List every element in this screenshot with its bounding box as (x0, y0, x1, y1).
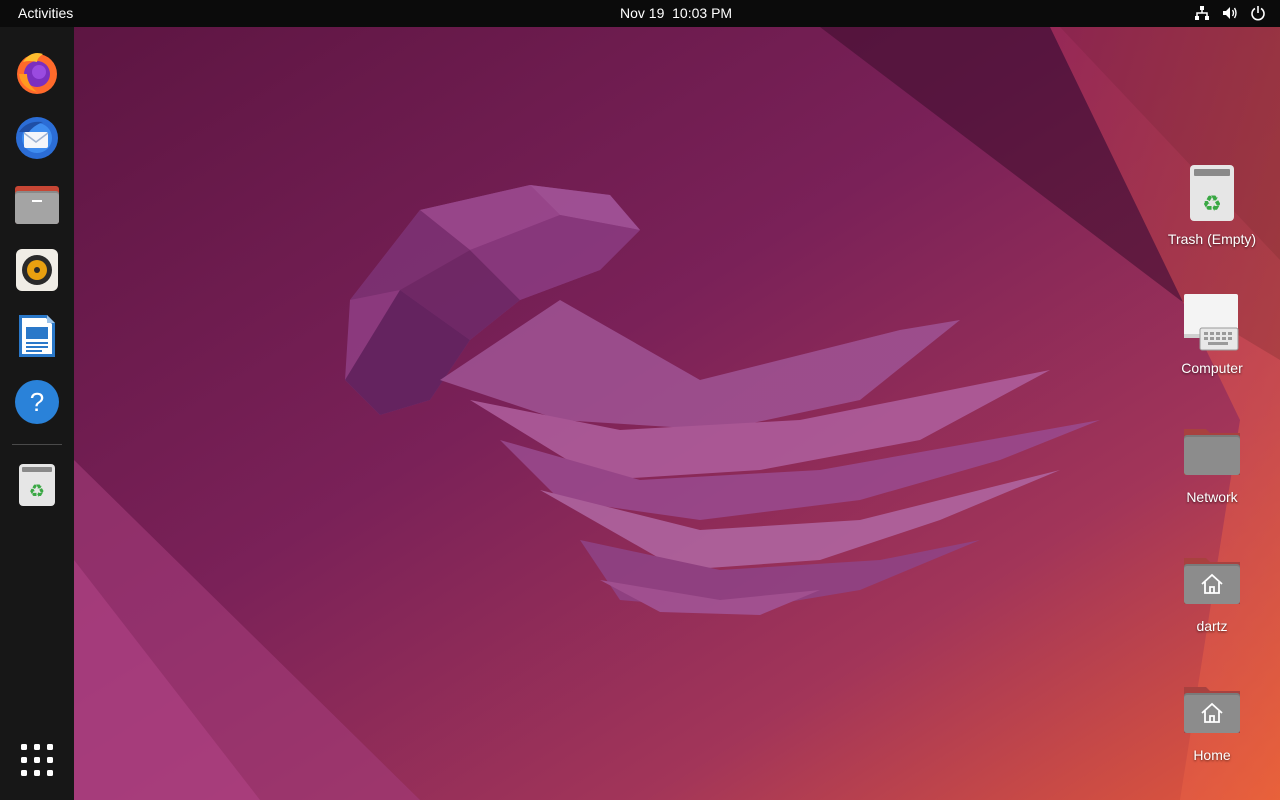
desktop-icon-trash[interactable]: ♻ Trash (Empty) (1157, 161, 1267, 247)
rhythmbox-icon (16, 249, 58, 291)
desktop-icon-network[interactable]: Network (1157, 419, 1267, 505)
volume-icon[interactable] (1222, 5, 1238, 21)
desktop-icon-label: Home (1193, 747, 1231, 763)
dock-item-trash[interactable]: ♻ (13, 461, 61, 509)
dock-item-files[interactable] (13, 180, 61, 228)
firefox-icon (17, 53, 57, 94)
power-icon[interactable] (1250, 5, 1266, 21)
trash-icon: ♻ (1190, 165, 1234, 221)
home-folder-icon (1184, 687, 1240, 733)
desktop-icon-label: Network (1186, 489, 1238, 505)
dock-item-firefox[interactable] (13, 48, 61, 96)
desktop-icon-computer[interactable]: Computer (1157, 290, 1267, 376)
computer-icon (1184, 294, 1239, 351)
dock-item-rhythmbox[interactable] (13, 246, 61, 294)
network-icon[interactable] (1194, 5, 1210, 21)
dock-separator (12, 444, 62, 445)
desktop-icon-label: Computer (1181, 360, 1243, 376)
desktop[interactable]: Activities Nov 19 10:03 PM ? ♻ ♻ Trash (… (0, 0, 1280, 800)
folder-icon (1184, 429, 1240, 475)
files-icon (15, 186, 59, 224)
dock-item-thunderbird[interactable] (13, 114, 61, 162)
help-icon: ? (15, 380, 59, 424)
trash-icon: ♻ (19, 464, 55, 506)
dock-item-libreoffice-writer[interactable] (13, 312, 61, 360)
clock-date: Nov 19 (620, 5, 665, 21)
clock-time: 10:03 PM (672, 5, 733, 21)
dock: ? ♻ (0, 27, 74, 800)
app-grid-icon (21, 744, 53, 776)
desktop-icon-label: dartz (1196, 618, 1228, 634)
svg-text:?: ? (30, 387, 44, 417)
show-apps-button[interactable] (13, 736, 61, 784)
desktop-icon-label: Trash (Empty) (1167, 231, 1257, 247)
desktop-icon-dartz[interactable]: dartz (1157, 548, 1267, 634)
activities-button[interactable]: Activities (18, 5, 73, 21)
libreoffice-writer-icon (19, 315, 55, 357)
thunderbird-icon (16, 117, 58, 159)
clock[interactable]: Nov 19 10:03 PM (620, 5, 732, 21)
wallpaper (0, 0, 1280, 800)
dock-item-help[interactable]: ? (13, 378, 61, 426)
svg-text:♻: ♻ (29, 481, 45, 502)
top-bar: Activities Nov 19 10:03 PM (0, 0, 1280, 27)
system-tray[interactable] (1194, 5, 1266, 21)
desktop-icon-home[interactable]: Home (1157, 677, 1267, 763)
home-folder-icon (1184, 558, 1240, 604)
svg-text:♻: ♻ (1202, 192, 1222, 217)
